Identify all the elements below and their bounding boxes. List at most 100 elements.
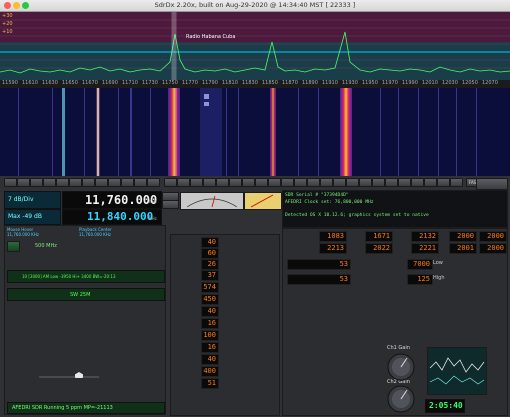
toolbar-button[interactable] <box>385 178 398 187</box>
top-button-row: FAS PER CTR <box>4 178 505 187</box>
db-per-div-display[interactable]: 7 dB/Div <box>4 191 61 209</box>
band-button[interactable] <box>7 241 20 252</box>
db-per-div: 7 dB/Div <box>8 196 34 203</box>
left-control-panel: Mouse Hover 11,760.000 KHz Playback Cent… <box>4 225 166 415</box>
readout: 2221 <box>411 243 439 254</box>
meter-readout: 450 <box>201 294 219 305</box>
meter-readout: 26 <box>201 259 219 270</box>
toolbar-button[interactable] <box>30 178 43 187</box>
clock-display: 2:05:40 <box>425 399 465 413</box>
freq-tick: 11710 <box>122 80 138 86</box>
meter-readout: 400 <box>201 366 219 377</box>
toolbar-button[interactable] <box>56 178 69 187</box>
toolbar-button[interactable] <box>294 178 307 187</box>
freq-tick: 11650 <box>62 80 78 86</box>
freq-tick: 11610 <box>22 80 38 86</box>
toolbar-button[interactable] <box>307 178 320 187</box>
sw-display: SW 25M <box>7 288 165 301</box>
toolbar-button[interactable] <box>17 178 30 187</box>
sw-label: SW 25M <box>70 292 91 298</box>
toolbar-button[interactable] <box>69 178 82 187</box>
freq-tick: 11690 <box>102 80 118 86</box>
hz-readout: 125 <box>407 274 433 285</box>
vfo-display[interactable]: 11,760.000 KHz <box>62 191 162 209</box>
spectrum-display[interactable]: +30 +20 +10 Radio Habana Cuba <box>0 12 510 80</box>
station-label: Radio Habana Cuba <box>186 34 236 40</box>
toolbar-button[interactable] <box>398 178 411 187</box>
console-line: SDR Serial # "37394D4D" <box>285 193 349 198</box>
waterfall-image <box>0 88 510 176</box>
console-tools[interactable] <box>476 178 508 190</box>
freq-tick: 11590 <box>2 80 18 86</box>
freq-tick: 11750 <box>162 80 178 86</box>
second-frequency-display[interactable]: 11,840.000 KHz <box>62 209 162 225</box>
mouse-hover-freq: 11,760.000 KHz <box>7 232 39 237</box>
vfo-frequency: 11,760.000 <box>85 193 158 207</box>
toolbar-button[interactable] <box>4 178 17 187</box>
window-title-bar: SdrDx 2.20x, built on Aug-29-2020 @ 14:3… <box>0 0 510 12</box>
toolbar-button[interactable] <box>411 178 424 187</box>
freq-tick: 12010 <box>422 80 438 86</box>
toolbar-button[interactable] <box>164 178 177 187</box>
toolbar-button[interactable] <box>372 178 385 187</box>
status-display: AFEDRI SDR Running 5 ppm MP=-21113 <box>7 402 165 414</box>
meter-readout: 60 <box>201 248 219 259</box>
toolbar-button[interactable] <box>346 178 359 187</box>
toolbar-button[interactable] <box>190 178 203 187</box>
status-line: AFEDRI SDR Running 5 ppm MP=-21113 <box>12 405 113 411</box>
signal-meter <box>244 192 282 210</box>
s-meter-scale <box>186 195 238 208</box>
freq-tick: 11910 <box>322 80 338 86</box>
toolbar-button[interactable] <box>359 178 372 187</box>
second-frequency: 11,840.000 <box>87 210 154 223</box>
readout: 2213 <box>319 243 347 254</box>
toolbar-button[interactable] <box>450 178 463 187</box>
vfo-unit: KHz <box>149 199 157 204</box>
second-unit: KHz <box>149 216 157 221</box>
freq-tick: 12070 <box>482 80 498 86</box>
toolbar-button[interactable] <box>255 178 268 187</box>
toolbar-button[interactable] <box>216 178 229 187</box>
meter-button[interactable] <box>162 200 179 209</box>
freq-tick: 11990 <box>402 80 418 86</box>
toolbar-button[interactable] <box>95 178 108 187</box>
toolbar-button[interactable] <box>121 178 134 187</box>
rf-readout: 53 <box>287 274 351 285</box>
mode-line: 10 [3000] AM Low -3950 Hi+ 3400 BW=-20:1… <box>22 274 116 279</box>
toolbar-button[interactable] <box>43 178 56 187</box>
freq-tick: 12030 <box>442 80 458 86</box>
toolbar-button[interactable] <box>242 178 255 187</box>
meter-readout: 16 <box>201 318 219 329</box>
toolbar-button[interactable] <box>320 178 333 187</box>
volume-knob[interactable] <box>75 372 83 378</box>
toolbar-button[interactable] <box>333 178 346 187</box>
toolbar-button[interactable] <box>108 178 121 187</box>
volume-slider[interactable] <box>39 376 99 378</box>
readout: 2000 <box>479 243 507 254</box>
toolbar-button[interactable] <box>424 178 437 187</box>
console-line: AFEDRI Clock set: 76,800,000 MHz <box>285 200 374 205</box>
toolbar-button[interactable] <box>281 178 294 187</box>
playback-center-freq: 11,760.000 KHz <box>79 232 111 237</box>
ch2-gain-knob[interactable] <box>383 381 419 417</box>
waterfall-display[interactable] <box>0 88 510 176</box>
toolbar-button[interactable] <box>134 178 147 187</box>
toolbar-button[interactable] <box>82 178 95 187</box>
meter-readout: 100 <box>201 330 219 341</box>
ch1-gain-knob[interactable] <box>383 349 419 385</box>
toolbar-button[interactable] <box>229 178 242 187</box>
toolbar-button[interactable] <box>437 178 450 187</box>
meter-readout: 40 <box>201 237 219 248</box>
max-db-display[interactable]: Max -49 dB <box>4 209 61 225</box>
meter-column: 40 60 26 37 574 450 40 16 100 16 40 400 … <box>170 234 280 416</box>
scope-trace <box>429 357 485 385</box>
signal-meter-scale <box>250 194 274 208</box>
readout: 2000 <box>449 231 477 242</box>
high-label: High <box>433 275 445 281</box>
freq-tick: 11630 <box>42 80 58 86</box>
toolbar-button[interactable] <box>203 178 216 187</box>
toolbar-button[interactable] <box>177 178 190 187</box>
readout: 1671 <box>365 231 393 242</box>
toolbar-button[interactable] <box>268 178 281 187</box>
toolbar-button[interactable] <box>147 178 160 187</box>
